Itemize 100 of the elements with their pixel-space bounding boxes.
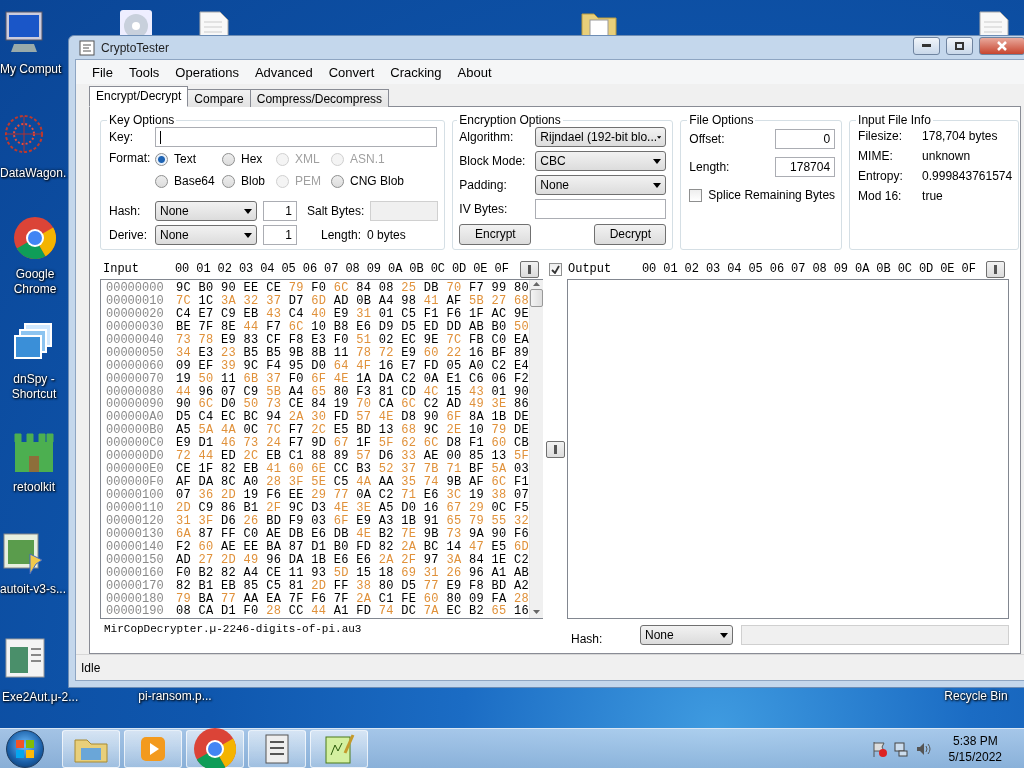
scrollbar[interactable] bbox=[529, 280, 543, 618]
info-value: 178,704 bytes bbox=[922, 129, 999, 143]
tab[interactable]: Compress/Decompress bbox=[249, 89, 390, 107]
action-button[interactable]: Decrypt bbox=[594, 223, 667, 245]
minimize-icon bbox=[922, 44, 931, 47]
caret-icon bbox=[653, 158, 662, 164]
hex-bytes: 73 78 E9 83 CF F8 E3 F0 51 02 EC 9E 7C FB C0 EA bbox=[176, 333, 529, 347]
hex-bytes: 7C 1C 3A 32 37 D7 6D AD 0B A4 98 41 AF 5B 27 68 bbox=[176, 294, 529, 308]
tab[interactable]: Encrypt/Decrypt bbox=[89, 86, 189, 107]
window-title: CryptoTester bbox=[101, 40, 171, 55]
bar-icon bbox=[528, 264, 531, 274]
field-label: Derive: bbox=[109, 228, 148, 242]
radio-button[interactable] bbox=[222, 174, 235, 188]
network-icon bbox=[892, 740, 909, 757]
checkbox[interactable] bbox=[689, 188, 703, 202]
number-field[interactable]: 1 bbox=[263, 225, 297, 245]
dropdown[interactable]: None bbox=[535, 175, 667, 195]
editor-icon bbox=[323, 732, 355, 765]
offset-text: 00000030 bbox=[106, 320, 165, 334]
clock-time[interactable]: 5:38 PM bbox=[952, 732, 998, 749]
dropdown[interactable]: CBC bbox=[535, 151, 667, 171]
start-button[interactable] bbox=[6, 729, 44, 768]
app-icon bbox=[79, 39, 95, 56]
radio-button[interactable] bbox=[222, 152, 235, 166]
dropdown[interactable]: Rijndael (192-bit blo... bbox=[535, 127, 667, 147]
hex-bytes: 07 36 2D 19 F6 EE 29 77 0A C2 71 E6 3C 19 38 07 bbox=[176, 489, 529, 502]
small-button[interactable] bbox=[986, 260, 1005, 278]
number-field[interactable]: 178704 bbox=[775, 157, 836, 177]
field-label: Hash: bbox=[109, 204, 142, 218]
field-label: Length: bbox=[689, 160, 730, 174]
hex-bytes: 9C B0 90 EE CE 79 F0 6C 84 08 25 DB 70 F7 99 80 bbox=[176, 282, 529, 295]
column-header: 00 01 02 03 04 05 06 07 08 09 0A 0B 0C 0D 0E 0F bbox=[642, 262, 976, 276]
info-value: 0.999843761574 bbox=[922, 169, 1013, 183]
offset-text: 00000120 bbox=[106, 514, 165, 528]
caret-icon bbox=[653, 182, 662, 188]
desktop-icon-label[interactable]: Google Chrome bbox=[4, 267, 66, 297]
desktop-icon-label[interactable]: autoit-v3-s... bbox=[0, 582, 67, 597]
number-field[interactable]: 0 bbox=[775, 129, 836, 149]
taskbar-app[interactable] bbox=[248, 729, 306, 768]
desktop-icon-label[interactable]: pi-ransom.p... bbox=[138, 689, 212, 704]
hex-bytes: C4 E7 C9 EB 43 C4 40 E9 31 01 C5 F1 F6 1F AC 9E bbox=[176, 307, 529, 321]
radio-button[interactable] bbox=[155, 152, 168, 166]
field-label: Format: bbox=[109, 151, 149, 165]
offset-text: 00000080 bbox=[106, 385, 165, 399]
taskbar-app[interactable] bbox=[186, 729, 244, 768]
hash-field[interactable] bbox=[741, 625, 1009, 645]
offset-text: 00000070 bbox=[106, 372, 165, 386]
offset-text: 00000090 bbox=[106, 398, 165, 412]
hex-bytes: 79 BA 77 AA EA 7F F6 7F 2A C1 FE 60 80 09 FA 28 bbox=[176, 592, 529, 606]
small-button[interactable] bbox=[520, 260, 539, 278]
menu-item[interactable]: Operations bbox=[167, 61, 247, 83]
field-label: Salt Bytes: bbox=[307, 204, 365, 218]
info-label: MIME: bbox=[858, 149, 894, 163]
dropdown[interactable]: None bbox=[640, 625, 733, 645]
menu-item[interactable]: Advanced bbox=[246, 61, 321, 83]
number-field[interactable]: 1 bbox=[263, 201, 297, 221]
bar-icon bbox=[553, 444, 557, 454]
close-button[interactable] bbox=[979, 36, 1024, 55]
minimize-button[interactable] bbox=[913, 36, 940, 55]
hex-bytes: AF DA 8C A0 28 3F 5E C5 4A AA 35 74 9B AF 6C F1 bbox=[176, 476, 529, 489]
menu-item[interactable]: Cracking bbox=[382, 61, 450, 83]
check-icon bbox=[550, 264, 560, 274]
action-button[interactable]: Encrypt bbox=[459, 223, 532, 245]
iv-field[interactable] bbox=[535, 199, 667, 219]
small-button[interactable] bbox=[545, 440, 565, 458]
scroll-up-icon bbox=[533, 282, 540, 286]
menu-item[interactable]: Tools bbox=[120, 61, 168, 83]
caret-icon bbox=[244, 232, 252, 238]
desktop-icon-label[interactable]: DataWagon. bbox=[0, 166, 67, 181]
scroll-down-icon bbox=[533, 610, 540, 614]
checkbox[interactable] bbox=[548, 262, 562, 276]
key-field[interactable] bbox=[155, 127, 437, 147]
offset-text: 000000E0 bbox=[106, 463, 165, 477]
group-title: Key Options bbox=[108, 113, 176, 127]
scroll-thumb[interactable] bbox=[530, 289, 543, 307]
offset-text: 000000A0 bbox=[106, 411, 165, 425]
tab[interactable]: Compare bbox=[187, 89, 251, 107]
window-icon bbox=[2, 635, 48, 681]
maximize-button[interactable] bbox=[946, 36, 973, 55]
radio-button[interactable] bbox=[331, 174, 344, 188]
radio-label: XML bbox=[295, 152, 320, 166]
dropdown[interactable]: None bbox=[155, 225, 257, 245]
desktop-icon-label[interactable]: Recycle Bin bbox=[944, 689, 1008, 704]
checkbox-label: Splice Remaining Bytes bbox=[708, 188, 836, 202]
desktop-icon-label[interactable]: My Comput bbox=[0, 62, 62, 77]
caret-icon bbox=[244, 208, 252, 214]
offset-text: 00000010 bbox=[106, 294, 165, 308]
menu-item[interactable]: File bbox=[84, 61, 121, 83]
desktop-icon-label[interactable]: Exe2Aut.μ-2... bbox=[2, 690, 79, 705]
menu-item[interactable]: About bbox=[449, 61, 500, 83]
hex-bytes: F2 60 AE EE BA 87 D1 B0 FD 82 2A BC 14 47 E5 6D bbox=[176, 540, 529, 554]
hex-bytes: 2D C9 86 B1 2F 9C D3 4E 3E A5 D0 16 67 29 0C F5 bbox=[176, 501, 529, 515]
dropdown[interactable]: None bbox=[155, 201, 257, 221]
hex-bytes: 31 3F D6 26 BD F9 03 6F E9 A3 1B 91 65 79 55 32 bbox=[176, 514, 529, 528]
radio-button[interactable] bbox=[155, 174, 168, 188]
clock-date[interactable]: 5/15/2022 bbox=[948, 748, 1002, 765]
desktop-icon-label[interactable]: dnSpy - Shortcut bbox=[2, 372, 66, 402]
desktop-icon-label[interactable]: retoolkit bbox=[13, 480, 55, 495]
radio-label: ASN.1 bbox=[350, 152, 385, 166]
menu-item[interactable]: Convert bbox=[320, 61, 383, 83]
